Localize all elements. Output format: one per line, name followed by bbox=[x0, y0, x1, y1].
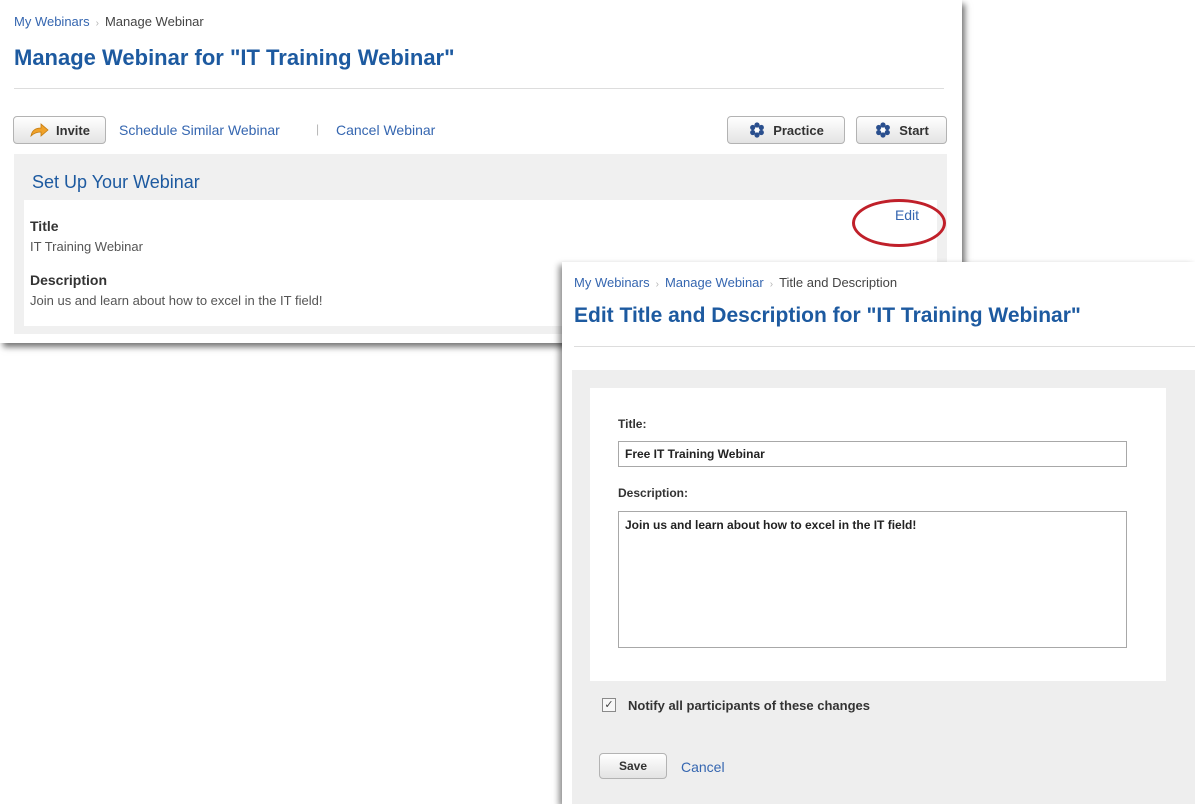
gear-icon bbox=[876, 122, 891, 138]
description-field-label: Description: bbox=[618, 486, 689, 500]
gear-icon bbox=[750, 122, 765, 138]
schedule-similar-webinar-link[interactable]: Schedule Similar Webinar bbox=[119, 122, 280, 138]
practice-button[interactable]: Practice bbox=[727, 116, 845, 144]
breadcrumb-separator: › bbox=[655, 279, 659, 290]
page-title: Edit Title and Description for "IT Train… bbox=[574, 304, 1081, 327]
title-field-label: Title: bbox=[618, 417, 647, 431]
header-divider bbox=[14, 88, 944, 89]
edit-link[interactable]: Edit bbox=[877, 207, 937, 223]
start-button[interactable]: Start bbox=[856, 116, 947, 144]
breadcrumb: My Webinars › Manage Webinar › Title and Des… bbox=[574, 275, 897, 290]
save-button[interactable]: Save bbox=[599, 753, 667, 779]
invite-button[interactable]: Invite bbox=[13, 116, 106, 144]
invite-label: Invite bbox=[56, 122, 90, 138]
page-title: Manage Webinar for "IT Training Webinar" bbox=[14, 45, 455, 70]
notify-participants-label: Notify all participants of these changes bbox=[628, 698, 870, 713]
breadcrumb-separator: › bbox=[769, 279, 774, 290]
form-card: Title: Description: Join us and learn ab… bbox=[590, 388, 1166, 681]
header-divider bbox=[574, 346, 1195, 347]
notify-participants-checkbox[interactable]: ✓ bbox=[602, 698, 616, 712]
breadcrumb-current: Manage Webinar bbox=[104, 14, 204, 29]
breadcrumb-manage-webinar-link[interactable]: Manage Webinar bbox=[665, 275, 764, 290]
setup-heading: Set Up Your Webinar bbox=[32, 172, 200, 192]
title-value: IT Training Webinar bbox=[30, 239, 143, 254]
link-separator: | bbox=[316, 122, 320, 136]
arrow-icon bbox=[30, 123, 49, 137]
practice-label: Practice bbox=[773, 122, 824, 138]
title-input[interactable] bbox=[618, 441, 1127, 467]
edit-title-description-panel: My Webinars › Manage Webinar › Title and Des… bbox=[562, 262, 1195, 804]
description-label: Description bbox=[30, 272, 108, 288]
breadcrumb-my-webinars-link[interactable]: My Webinars bbox=[14, 14, 90, 29]
cancel-link[interactable]: Cancel bbox=[681, 759, 725, 775]
cancel-webinar-link[interactable]: Cancel Webinar bbox=[336, 122, 435, 138]
breadcrumb-current: Title and Description bbox=[779, 275, 898, 290]
edit-form: Title: Description: Join us and learn ab… bbox=[572, 370, 1195, 804]
breadcrumb-my-webinars-link[interactable]: My Webinars bbox=[574, 275, 650, 290]
title-label: Title bbox=[30, 218, 59, 234]
breadcrumb-separator: › bbox=[95, 18, 99, 29]
save-label: Save bbox=[618, 759, 648, 773]
start-label: Start bbox=[899, 122, 929, 138]
breadcrumb: My Webinars › Manage Webinar bbox=[14, 14, 204, 29]
description-textarea[interactable]: Join us and learn about how to excel in … bbox=[618, 511, 1127, 648]
description-value: Join us and learn about how to excel in … bbox=[30, 293, 323, 308]
